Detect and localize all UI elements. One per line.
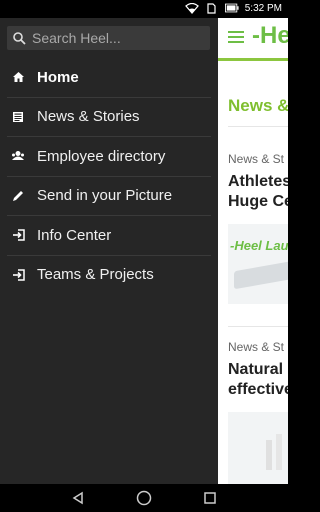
app-header: -Heel [218,18,288,61]
drawer-menu: Home News & Stories Employee directory S… [0,58,218,294]
back-icon[interactable] [69,489,87,507]
headline-line: effective [228,381,288,398]
search-box[interactable] [7,26,210,50]
divider [228,326,288,327]
menu-item-label: Send in your Picture [37,187,173,205]
divider [228,126,288,127]
menu-item-label: Teams & Projects [37,266,154,284]
headline-line: Huge Ce [228,193,288,210]
menu-item-news[interactable]: News & Stories [7,98,211,137]
system-navigation-bar [0,484,288,512]
article-headline[interactable]: Natural effective [228,360,288,400]
menu-item-info-center[interactable]: Info Center [7,216,211,256]
home-button-icon[interactable] [135,489,153,507]
thumbnail-shape [276,434,282,470]
article-thumbnail[interactable]: -Heel Lauf [228,224,288,304]
status-icons: 5:32 PM [184,2,282,14]
thumbnail-caption: -Heel Lauf [230,238,288,253]
menu-item-label: Employee directory [37,147,166,165]
clock: 5:32 PM [244,2,282,14]
battery-icon [224,2,239,14]
menu-item-teams-projects[interactable]: Teams & Projects [7,256,211,295]
headline-line: Athletes [228,173,288,190]
wifi-icon [184,2,199,14]
pencil-icon [11,189,25,203]
status-bar: 5:32 PM [0,0,288,18]
people-icon [11,149,25,163]
recents-icon[interactable] [201,489,219,507]
main-content: -Heel News & News & St Athletes Huge Ce … [218,18,288,484]
section-title: News & [228,96,288,115]
newspaper-icon [11,110,25,124]
menu-item-label: News & Stories [37,108,140,126]
app-logo: -Heel [252,22,288,49]
search-icon [13,31,26,45]
sign-in-icon [11,228,25,242]
sim-icon [205,2,219,14]
article-headline[interactable]: Athletes Huge Ce [228,172,288,212]
headline-line: Natural [228,361,284,378]
menu-item-label: Home [37,68,79,86]
search-input[interactable] [30,29,204,47]
navigation-drawer: Home News & Stories Employee directory S… [0,18,218,484]
menu-item-label: Info Center [37,226,112,244]
article-category: News & St [228,152,285,166]
menu-item-employee-directory[interactable]: Employee directory [7,137,211,177]
hamburger-menu-icon[interactable] [228,31,244,43]
article-category: News & St [228,340,285,354]
thumbnail-shape [234,260,288,290]
menu-item-home[interactable]: Home [7,58,211,98]
sign-in-icon [11,268,25,282]
home-icon [11,70,25,84]
article-thumbnail[interactable] [228,412,288,484]
thumbnail-shape [266,440,272,470]
menu-item-send-picture[interactable]: Send in your Picture [7,177,211,216]
